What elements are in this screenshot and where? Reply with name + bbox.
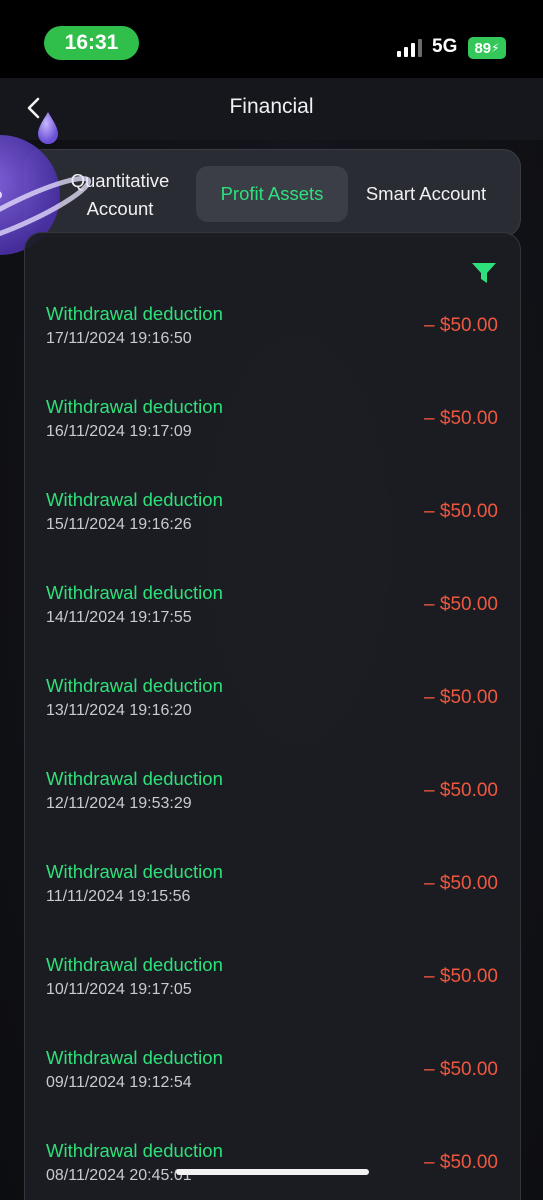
list-item[interactable]: Withdrawal deduction 12/11/2024 19:53:29… bbox=[25, 768, 522, 861]
transaction-title: Withdrawal deduction bbox=[46, 489, 223, 510]
transaction-date: 09/11/2024 19:12:54 bbox=[46, 1074, 192, 1091]
list-item[interactable]: Withdrawal deduction 10/11/2024 19:17:05… bbox=[25, 954, 522, 1047]
list-item[interactable]: Withdrawal deduction 16/11/2024 19:17:09… bbox=[25, 396, 522, 489]
transaction-amount: – $50.00 bbox=[424, 1152, 498, 1173]
tab-profit-assets[interactable]: Profit Assets bbox=[196, 166, 348, 222]
transaction-title: Withdrawal deduction bbox=[46, 954, 223, 975]
transaction-list: Withdrawal deduction 17/11/2024 19:16:50… bbox=[24, 232, 521, 1200]
transaction-title: Withdrawal deduction bbox=[46, 768, 223, 789]
transaction-amount: – $50.00 bbox=[424, 873, 498, 894]
transaction-title: Withdrawal deduction bbox=[46, 582, 223, 603]
battery-level: 89 bbox=[474, 39, 492, 57]
charging-bolt-icon: ⚡︎ bbox=[491, 41, 500, 55]
list-item[interactable]: Withdrawal deduction 11/11/2024 19:15:56… bbox=[25, 861, 522, 954]
signal-bars-icon bbox=[397, 39, 422, 57]
transaction-amount: – $50.00 bbox=[424, 1059, 498, 1080]
transaction-title: Withdrawal deduction bbox=[46, 303, 223, 324]
status-bar: 16:31 5G 89 ⚡︎ bbox=[0, 0, 543, 78]
tab-label: Smart Account bbox=[365, 183, 487, 204]
filter-funnel-icon[interactable] bbox=[471, 261, 497, 285]
list-item[interactable]: Withdrawal deduction 15/11/2024 19:16:26… bbox=[25, 489, 522, 582]
transaction-date: 12/11/2024 19:53:29 bbox=[46, 795, 192, 812]
transaction-date: 16/11/2024 19:17:09 bbox=[46, 423, 192, 440]
transaction-title: Withdrawal deduction bbox=[46, 1140, 223, 1161]
transaction-date: 17/11/2024 19:16:50 bbox=[46, 330, 192, 347]
transaction-title: Withdrawal deduction bbox=[46, 396, 223, 417]
transaction-amount: – $50.00 bbox=[424, 687, 498, 708]
transaction-date: 13/11/2024 19:16:20 bbox=[46, 702, 192, 719]
list-item[interactable]: Withdrawal deduction 09/11/2024 19:12:54… bbox=[25, 1047, 522, 1140]
list-item[interactable]: Withdrawal deduction 14/11/2024 19:17:55… bbox=[25, 582, 522, 675]
tab-smart-account[interactable]: Smart Account bbox=[353, 166, 499, 222]
transaction-amount: – $50.00 bbox=[424, 780, 498, 801]
transaction-date: 08/11/2024 20:45:01 bbox=[46, 1167, 192, 1184]
transaction-amount: – $50.00 bbox=[424, 594, 498, 615]
transaction-date: 15/11/2024 19:16:26 bbox=[46, 516, 192, 533]
transaction-amount: – $50.00 bbox=[424, 408, 498, 429]
list-item[interactable]: Withdrawal deduction 13/11/2024 19:16:20… bbox=[25, 675, 522, 768]
screen: 16:31 5G 89 ⚡︎ Financial Quantitative Acc… bbox=[0, 0, 543, 1200]
transaction-date: 11/11/2024 19:15:56 bbox=[46, 888, 191, 905]
transaction-date: 10/11/2024 19:17:05 bbox=[46, 981, 192, 998]
transaction-amount: – $50.00 bbox=[424, 315, 498, 336]
tab-label: Profit Assets bbox=[220, 183, 324, 204]
battery-indicator: 89 ⚡︎ bbox=[468, 37, 506, 59]
network-type: 5G bbox=[432, 36, 458, 57]
transaction-date: 14/11/2024 19:17:55 bbox=[46, 609, 192, 626]
transaction-title: Withdrawal deduction bbox=[46, 861, 223, 882]
list-item[interactable]: Withdrawal deduction 17/11/2024 19:16:50… bbox=[25, 303, 522, 396]
transaction-title: Withdrawal deduction bbox=[46, 675, 223, 696]
transaction-title: Withdrawal deduction bbox=[46, 1047, 223, 1068]
home-indicator[interactable] bbox=[176, 1169, 369, 1175]
status-time: 16:31 bbox=[44, 26, 139, 60]
transaction-amount: – $50.00 bbox=[424, 501, 498, 522]
transaction-amount: – $50.00 bbox=[424, 966, 498, 987]
